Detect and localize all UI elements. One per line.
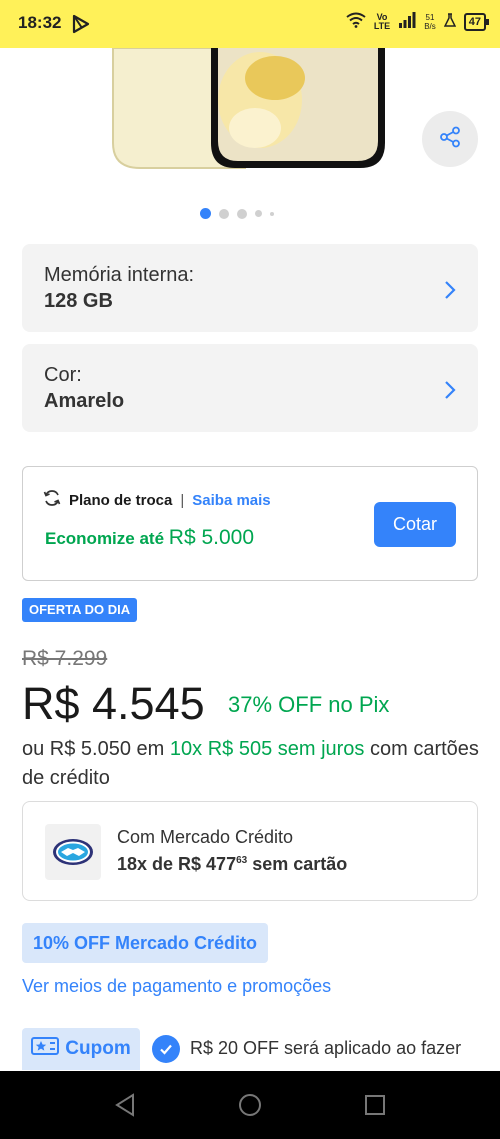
- installments-highlight: 10x R$ 505 sem juros: [169, 738, 365, 760]
- coupon-label: Cupom: [65, 1038, 131, 1059]
- installments-prefix: ou R$ 5.050 em: [22, 738, 165, 760]
- chevron-right-icon: [444, 280, 456, 306]
- payment-methods-link[interactable]: Ver meios de pagamento e promoções: [22, 976, 331, 997]
- color-value: Amarelo: [44, 390, 125, 412]
- storage-label: Memória interna:: [44, 264, 195, 286]
- speed-unit: B/s: [424, 21, 436, 31]
- system-navigation-bar: [0, 1071, 500, 1139]
- share-button[interactable]: [422, 111, 478, 167]
- chevron-right-icon: [444, 380, 456, 406]
- recents-icon[interactable]: [364, 1094, 386, 1121]
- credit-line-suffix: sem cartão: [252, 854, 348, 874]
- play-store-icon: [72, 14, 90, 39]
- network-speed: 51 B/s: [424, 13, 436, 31]
- pagination-dot-active[interactable]: [200, 208, 211, 219]
- share-icon: [439, 126, 461, 153]
- pagination-dot[interactable]: [255, 210, 262, 217]
- installments-text: ou R$ 5.050 em 10x R$ 505 sem juros com …: [22, 735, 482, 793]
- current-price: R$ 4.545: [22, 678, 205, 729]
- pagination-dot[interactable]: [237, 208, 247, 219]
- speed-value: 51: [425, 12, 435, 22]
- pagination-dot[interactable]: [219, 208, 229, 219]
- trade-in-card: Plano de troca | Saiba mais Economize at…: [22, 466, 478, 581]
- signal-icon: [398, 12, 416, 31]
- lab-icon: [443, 13, 456, 30]
- volte-bottom: LTE: [373, 20, 391, 31]
- coupon-description: R$ 20 OFF será aplicado ao fazer: [190, 1038, 462, 1058]
- coupon-icon: [31, 1035, 60, 1063]
- status-time: 18:32: [18, 13, 62, 32]
- credit-installments: 18x de R$ 47763 sem cartão: [117, 854, 347, 875]
- trade-in-header: Plano de troca | Saiba mais: [43, 489, 271, 511]
- mercado-credito-card[interactable]: Com Mercado Crédito 18x de R$ 47763 sem …: [22, 801, 478, 901]
- learn-more-link[interactable]: Saiba mais: [192, 492, 270, 509]
- mercado-credito-logo: [45, 824, 101, 880]
- storage-option-card[interactable]: Memória interna: 128 GB: [22, 244, 478, 332]
- check-circle-icon: [152, 1035, 180, 1063]
- status-icons: Vo LTE 51 B/s 47: [346, 12, 490, 31]
- credit-cents: 63: [236, 855, 248, 866]
- pagination-dot[interactable]: [270, 211, 274, 216]
- refresh-icon: [43, 489, 61, 511]
- coupon-badge[interactable]: Cupom: [22, 1028, 140, 1070]
- trade-in-savings: Economize até R$ 5.000: [45, 526, 254, 550]
- back-icon[interactable]: [114, 1093, 136, 1122]
- color-option-card[interactable]: Cor: Amarelo: [22, 344, 478, 432]
- phone-product-image[interactable]: [95, 47, 405, 178]
- home-icon[interactable]: [238, 1093, 262, 1122]
- savings-amount: R$ 5.000: [168, 526, 255, 549]
- credit-title: Com Mercado Crédito: [117, 827, 294, 847]
- quote-button[interactable]: Cotar: [374, 502, 456, 547]
- battery-icon: 47: [463, 12, 490, 31]
- separator: |: [180, 491, 185, 509]
- deal-of-day-badge: OFERTA DO DIA: [22, 598, 138, 622]
- storage-value: 128 GB: [44, 290, 113, 312]
- volte-indicator: Vo LTE: [373, 12, 391, 31]
- color-label: Cor:: [44, 364, 82, 386]
- credit-line-prefix: 18x de R$ 477: [117, 854, 237, 874]
- original-price: R$ 7.299: [22, 647, 108, 670]
- gallery-pagination: [200, 208, 274, 219]
- savings-label: Economize até: [45, 529, 165, 548]
- mercado-credito-promo-badge: 10% OFF Mercado Crédito: [22, 923, 269, 963]
- wifi-icon: [346, 12, 366, 31]
- pix-discount: 37% OFF no Pix: [228, 692, 390, 717]
- trade-in-title: Plano de troca: [69, 491, 173, 509]
- status-bar: 18:32 Vo LTE 51 B/s 47: [0, 0, 500, 48]
